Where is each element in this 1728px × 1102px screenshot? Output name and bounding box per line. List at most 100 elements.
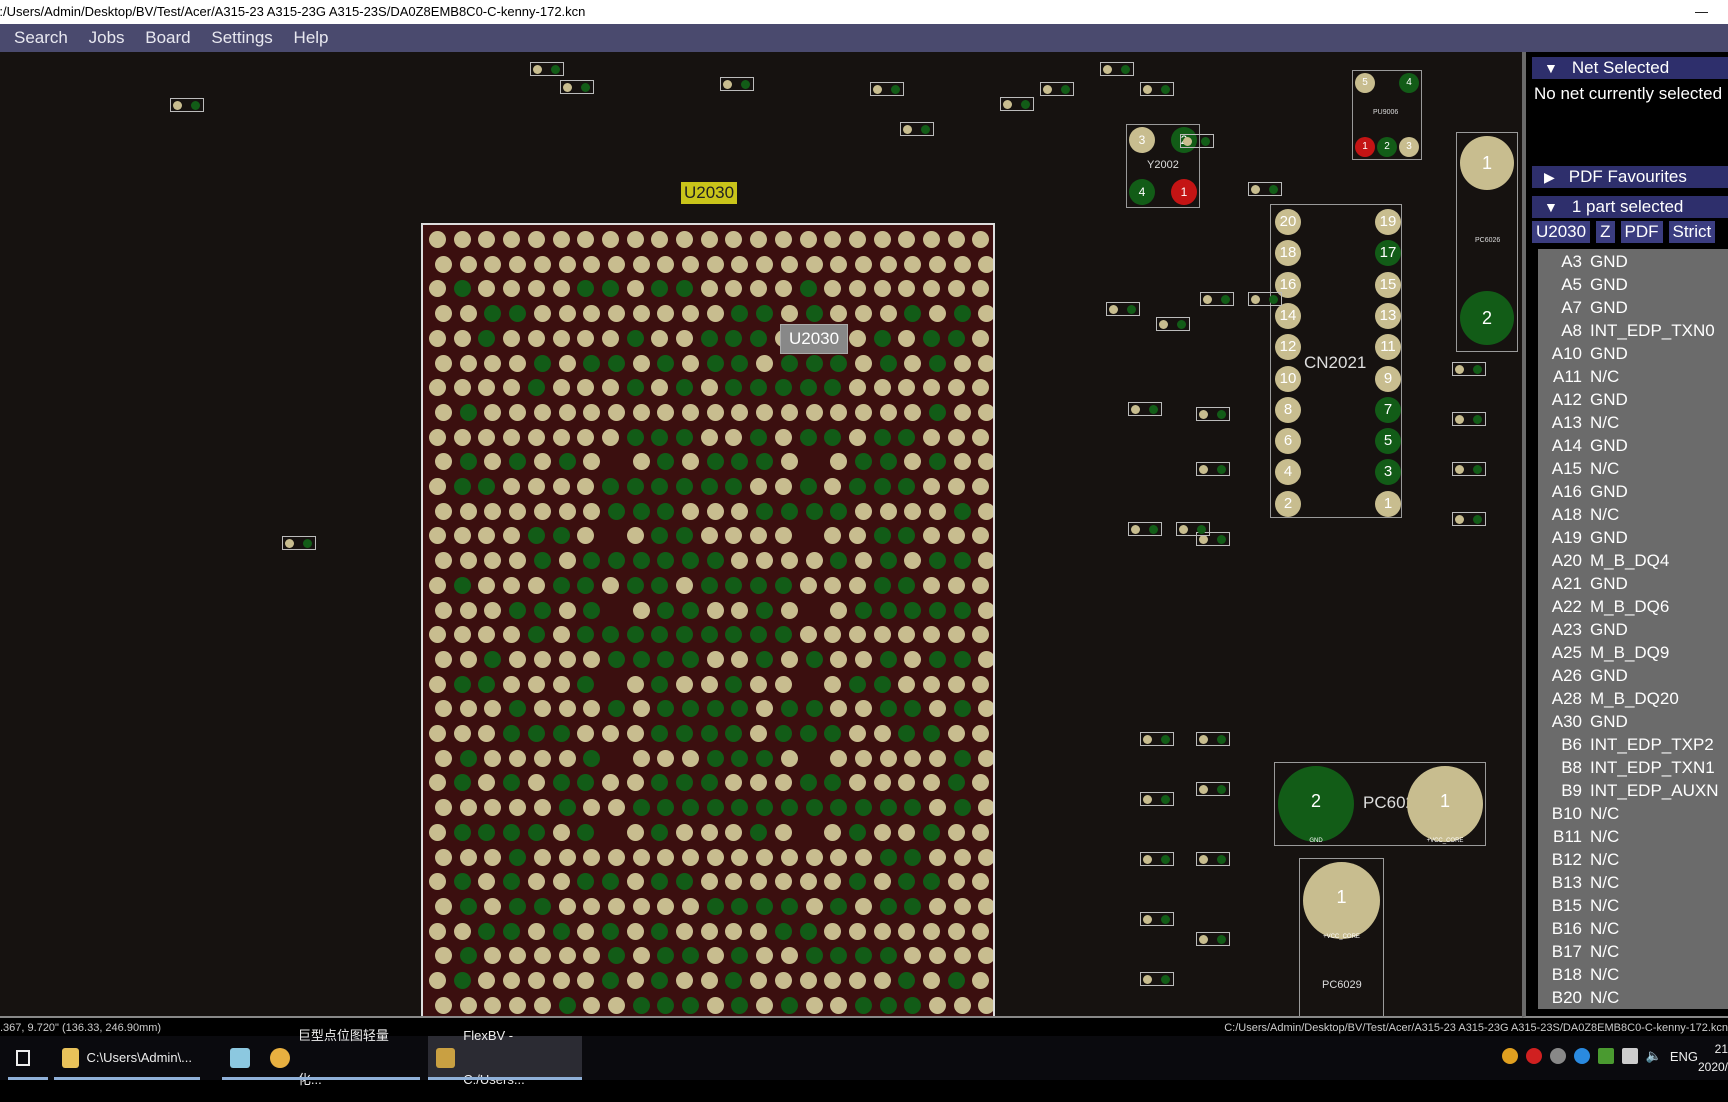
pin-row[interactable]: A21 GND xyxy=(1538,572,1728,595)
small-component[interactable] xyxy=(1140,82,1174,96)
pin-row[interactable]: A10 GND xyxy=(1538,342,1728,365)
small-component[interactable] xyxy=(720,77,754,91)
pin-row[interactable]: B16 N/C xyxy=(1538,917,1728,940)
zoom-button[interactable]: Z xyxy=(1596,221,1615,243)
component-pu9006[interactable]: 5 4 1 2 3 PU9006 xyxy=(1352,70,1422,160)
menu-help[interactable]: Help xyxy=(294,28,329,47)
small-component[interactable] xyxy=(1106,302,1140,316)
pin-list[interactable]: A3 GND A5 GND A7 GND A8 INT_EDP_TXN0 A10 GND A11 N/… xyxy=(1538,249,1728,1009)
small-component[interactable] xyxy=(1196,407,1230,421)
pin-row[interactable]: A18 N/C xyxy=(1538,503,1728,526)
small-component[interactable] xyxy=(1248,292,1282,306)
menu-board[interactable]: Board xyxy=(145,28,190,47)
pin-row[interactable]: B20 N/C xyxy=(1538,986,1728,1009)
small-component[interactable] xyxy=(870,82,904,96)
small-component[interactable] xyxy=(1196,462,1230,476)
small-component[interactable] xyxy=(1200,292,1234,306)
pin-row[interactable]: A23 GND xyxy=(1538,618,1728,641)
pin-row[interactable]: A11 N/C xyxy=(1538,365,1728,388)
small-component[interactable] xyxy=(1140,732,1174,746)
taskbar-flexbv[interactable]: FlexBV - C:/Users... xyxy=(428,1028,582,1087)
pin-row[interactable]: B11 N/C xyxy=(1538,825,1728,848)
pin-row[interactable]: B18 N/C xyxy=(1538,963,1728,986)
small-component[interactable] xyxy=(170,98,204,112)
small-component[interactable] xyxy=(1176,522,1210,536)
logitech-icon[interactable] xyxy=(1573,1048,1590,1064)
small-component[interactable] xyxy=(282,536,316,550)
taskbar-notepad[interactable] xyxy=(222,1036,266,1080)
pin-row[interactable]: B10 N/C xyxy=(1538,802,1728,825)
component-pc6026[interactable]: 1 PC6026 2 xyxy=(1456,132,1518,352)
pin-row[interactable]: A25 M_B_DQ9 xyxy=(1538,641,1728,664)
pin-row[interactable]: A16 GND xyxy=(1538,480,1728,503)
pin-row[interactable]: A8 INT_EDP_TXN0 xyxy=(1538,319,1728,342)
menu-search[interactable]: Search xyxy=(14,28,68,47)
small-component[interactable] xyxy=(1196,932,1230,946)
menu-jobs[interactable]: Jobs xyxy=(89,28,125,47)
component-pc6028[interactable]: 2 GND PC6028 1 +VCC_CORE xyxy=(1274,762,1486,846)
small-component[interactable] xyxy=(1100,62,1134,76)
bga-u2030[interactable] xyxy=(421,223,995,1016)
minimize-button[interactable]: — xyxy=(1695,0,1708,24)
small-component[interactable] xyxy=(1452,412,1486,426)
small-component[interactable] xyxy=(1040,82,1074,96)
small-component[interactable] xyxy=(1180,134,1214,148)
small-component[interactable] xyxy=(1452,362,1486,376)
pin-row[interactable]: A14 GND xyxy=(1538,434,1728,457)
part-button[interactable]: U2030 xyxy=(1532,221,1591,243)
board-canvas[interactable]: U2030 U2030 3 2 4 1 Y2002 5 4 1 2 3 PU90… xyxy=(0,52,1522,1018)
small-component[interactable] xyxy=(1452,462,1486,476)
pin-row[interactable]: A15 N/C xyxy=(1538,457,1728,480)
small-component[interactable] xyxy=(1140,792,1174,806)
network-icon[interactable] xyxy=(1621,1048,1638,1064)
pin-row[interactable]: B8 INT_EDP_TXN1 xyxy=(1538,756,1728,779)
parts-selected-header[interactable]: ▼ 1 part selected xyxy=(1532,196,1728,218)
clock[interactable]: 21 2020/ xyxy=(1698,1040,1728,1076)
tray-app-icon[interactable] xyxy=(1525,1048,1542,1064)
small-component[interactable] xyxy=(1452,512,1486,526)
small-component[interactable] xyxy=(530,62,564,76)
pin-row[interactable]: A22 M_B_DQ6 xyxy=(1538,595,1728,618)
small-component[interactable] xyxy=(900,122,934,136)
taskbar-app[interactable]: 巨型点位图轻量化... xyxy=(262,1028,420,1087)
component-cn2021[interactable]: CN2021 20 19 18 17 16 15 14 13 12 11 10 9 8 7 6 5 4 3 2 1 xyxy=(1270,204,1402,518)
net-selected-header[interactable]: ▼ Net Selected xyxy=(1532,57,1728,79)
small-component[interactable] xyxy=(1000,97,1034,111)
strict-button[interactable]: Strict xyxy=(1668,221,1716,243)
small-component[interactable] xyxy=(1140,852,1174,866)
small-component[interactable] xyxy=(1128,522,1162,536)
tray-app-icon[interactable] xyxy=(1501,1048,1518,1064)
pin-row[interactable]: B13 N/C xyxy=(1538,871,1728,894)
volume-icon[interactable]: 🔈 xyxy=(1646,1048,1662,1064)
language-indicator[interactable]: ENG xyxy=(1670,1049,1698,1064)
small-component[interactable] xyxy=(1156,317,1190,331)
pin-row[interactable]: A30 GND xyxy=(1538,710,1728,733)
small-component[interactable] xyxy=(1140,912,1174,926)
component-pc6029[interactable]: 1 +VCC_CORE PC6029 xyxy=(1299,858,1384,1016)
pin-row[interactable]: B9 INT_EDP_AUXN xyxy=(1538,779,1728,802)
nvidia-icon[interactable] xyxy=(1597,1048,1614,1064)
small-component[interactable] xyxy=(1196,782,1230,796)
pin-row[interactable]: A5 GND xyxy=(1538,273,1728,296)
pdf-favourites-header[interactable]: ▶ PDF Favourites xyxy=(1532,166,1728,188)
pin-row[interactable]: A13 N/C xyxy=(1538,411,1728,434)
pdf-button[interactable]: PDF xyxy=(1620,221,1663,243)
pin-row[interactable]: B12 N/C xyxy=(1538,848,1728,871)
task-view-button[interactable] xyxy=(8,1036,48,1080)
small-component[interactable] xyxy=(1140,972,1174,986)
pin-row[interactable]: B6 INT_EDP_TXP2 xyxy=(1538,733,1728,756)
pin-row[interactable]: B15 N/C xyxy=(1538,894,1728,917)
small-component[interactable] xyxy=(1248,182,1282,196)
pin-row[interactable]: A12 GND xyxy=(1538,388,1728,411)
tray-app-icon[interactable] xyxy=(1549,1048,1566,1064)
pin-row[interactable]: A20 M_B_DQ4 xyxy=(1538,549,1728,572)
pin-row[interactable]: B17 N/C xyxy=(1538,940,1728,963)
small-component[interactable] xyxy=(1196,732,1230,746)
menu-settings[interactable]: Settings xyxy=(211,28,272,47)
pin-row[interactable]: A7 GND xyxy=(1538,296,1728,319)
pin-row[interactable]: A3 GND xyxy=(1538,250,1728,273)
pin-row[interactable]: A28 M_B_DQ20 xyxy=(1538,687,1728,710)
taskbar-explorer[interactable]: C:\Users\Admin\... xyxy=(54,1036,200,1080)
part-label-u2030[interactable]: U2030 xyxy=(681,182,738,204)
small-component[interactable] xyxy=(560,80,594,94)
